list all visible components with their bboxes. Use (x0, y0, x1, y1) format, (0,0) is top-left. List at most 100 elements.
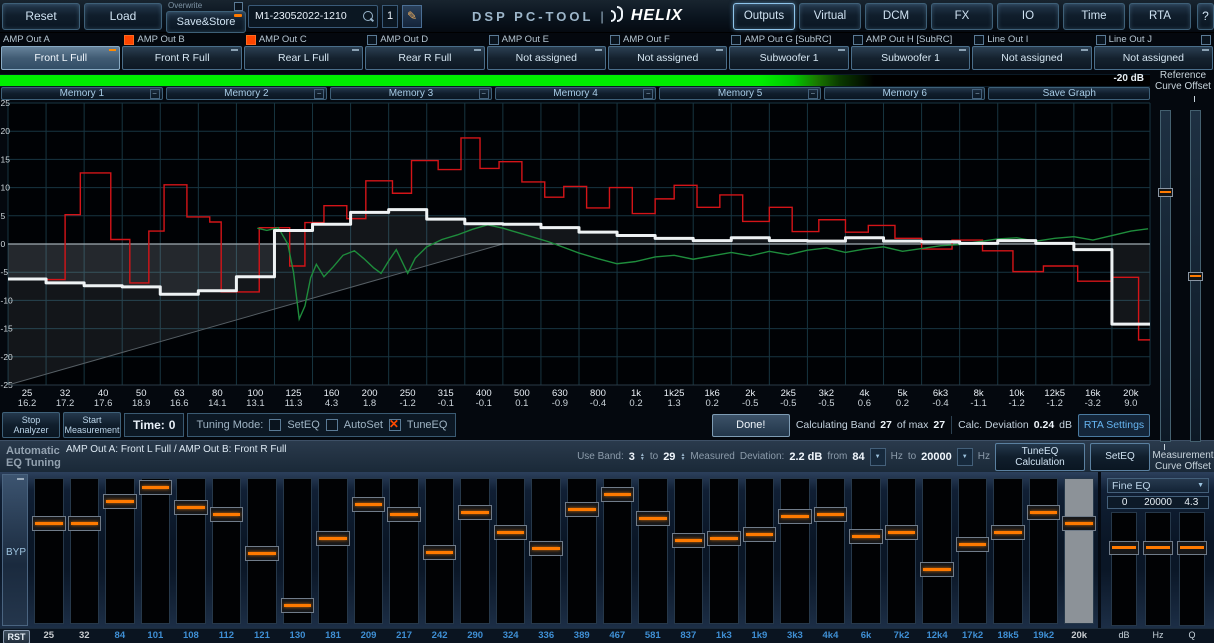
eq-band-track[interactable] (318, 478, 348, 624)
band-from-spinner[interactable]: ▲▼ (640, 453, 645, 461)
channel-output-select[interactable]: Subwoofer 1 (851, 46, 970, 70)
channel-checkbox[interactable] (610, 35, 620, 45)
nav-button-fx[interactable]: FX (931, 3, 993, 30)
eq-band-track[interactable] (993, 478, 1023, 624)
channel-output-select[interactable]: Not assigned (972, 46, 1091, 70)
edit-pencil-icon[interactable]: ✎ (402, 5, 422, 28)
eq-band-track[interactable] (70, 478, 100, 624)
setup-filename-field[interactable]: M1-23052022-1210 (248, 5, 378, 28)
channel-checkbox[interactable] (974, 35, 984, 45)
nav-button-virtual[interactable]: Virtual (799, 3, 861, 30)
tune-eq-calculation-button[interactable]: TuneEQCalculation (995, 443, 1085, 471)
channel-checkbox[interactable] (1201, 35, 1211, 45)
reference-offset-handle[interactable] (1188, 272, 1203, 281)
eq-band-track[interactable] (34, 478, 64, 624)
eq-band-handle[interactable] (32, 516, 66, 531)
eq-band-track[interactable] (425, 478, 455, 624)
tuning-checkbox-tuneeq[interactable] (389, 419, 401, 431)
eq-band-track[interactable] (531, 478, 561, 624)
channel-output-select[interactable]: Front R Full (122, 46, 241, 70)
load-button[interactable]: Load (84, 3, 162, 30)
freq-from-dropdown[interactable]: ▼ (870, 448, 886, 466)
eq-band-track[interactable] (283, 478, 313, 624)
eq-band-handle[interactable] (565, 502, 599, 517)
eq-band-handle[interactable] (68, 516, 102, 531)
search-icon[interactable] (363, 11, 373, 21)
channel-checkbox[interactable] (367, 35, 377, 45)
memory-dropdown-marker[interactable]: – (643, 89, 653, 99)
memory-button[interactable]: Memory 1– (1, 87, 163, 100)
channel-output-select[interactable]: Rear R Full (365, 46, 484, 70)
channel-checkbox[interactable] (246, 35, 256, 45)
eq-band-handle[interactable] (743, 527, 777, 542)
fine-eq-handle[interactable] (1109, 541, 1139, 555)
reset-eq-button[interactable]: RST (3, 630, 30, 643)
save-graph-button[interactable]: Save Graph (988, 87, 1150, 100)
fine-eq-handle[interactable] (1177, 541, 1207, 555)
memory-button[interactable]: Memory 3– (330, 87, 492, 100)
eq-band-track[interactable] (816, 478, 846, 624)
memory-dropdown-marker[interactable]: – (808, 89, 818, 99)
memory-button[interactable]: Memory 6– (824, 87, 986, 100)
eq-band-handle[interactable] (352, 497, 386, 512)
nav-button-time[interactable]: Time (1063, 3, 1125, 30)
band-from-value[interactable]: 3 (629, 451, 635, 463)
eq-band-track[interactable] (745, 478, 775, 624)
nav-button-io[interactable]: IO (997, 3, 1059, 30)
fine-eq-track[interactable] (1145, 512, 1171, 626)
eq-band-track[interactable] (851, 478, 881, 624)
eq-band-handle[interactable] (1062, 516, 1096, 531)
channel-checkbox[interactable] (124, 35, 134, 45)
done-button[interactable]: Done! (712, 414, 790, 437)
eq-band-handle[interactable] (494, 525, 528, 540)
eq-band-track[interactable] (460, 478, 490, 624)
memory-button[interactable]: Memory 5– (659, 87, 821, 100)
eq-band-handle[interactable] (920, 562, 954, 577)
channel-checkbox[interactable] (731, 35, 741, 45)
nav-button-outputs[interactable]: Outputs (733, 3, 795, 30)
tuning-checkbox-seteq[interactable] (269, 419, 281, 431)
eq-band-handle[interactable] (636, 511, 670, 526)
channel-checkbox[interactable] (1096, 35, 1106, 45)
eq-band-handle[interactable] (316, 531, 350, 546)
tuning-checkbox-autoset[interactable] (326, 419, 338, 431)
eq-band-track[interactable] (1064, 478, 1094, 624)
eq-band-handle[interactable] (956, 537, 990, 552)
eq-band-handle[interactable] (849, 529, 883, 544)
memory-button[interactable]: Memory 4– (495, 87, 657, 100)
eq-band-handle[interactable] (139, 480, 173, 495)
channel-checkbox[interactable] (489, 35, 499, 45)
eq-band-handle[interactable] (778, 509, 812, 524)
eq-band-handle[interactable] (387, 507, 421, 522)
measurement-offset-slider[interactable] (1160, 110, 1171, 442)
eq-band-track[interactable] (496, 478, 526, 624)
eq-band-track[interactable] (212, 478, 242, 624)
nav-button-rta[interactable]: RTA (1129, 3, 1191, 30)
reference-offset-slider[interactable] (1190, 110, 1201, 442)
eq-band-track[interactable] (674, 478, 704, 624)
set-eq-button[interactable]: SetEQ (1090, 443, 1150, 471)
eq-band-handle[interactable] (103, 494, 137, 509)
fine-eq-handle[interactable] (1143, 541, 1173, 555)
eq-band-track[interactable] (709, 478, 739, 624)
eq-band-handle[interactable] (458, 505, 492, 520)
band-to-value[interactable]: 29 (663, 451, 675, 463)
eq-band-track[interactable] (354, 478, 384, 624)
overwrite-checkbox[interactable] (234, 2, 243, 11)
freq-to-value[interactable]: 20000 (921, 451, 952, 463)
eq-band-handle[interactable] (814, 507, 848, 522)
freq-to-dropdown[interactable]: ▼ (957, 448, 973, 466)
eq-band-handle[interactable] (885, 525, 919, 540)
memory-dropdown-marker[interactable]: – (972, 89, 982, 99)
reset-button[interactable]: Reset (2, 3, 80, 30)
eq-band-handle[interactable] (245, 546, 279, 561)
memory-dropdown-marker[interactable]: – (479, 89, 489, 99)
fine-eq-dropdown[interactable]: Fine EQ▼ (1107, 478, 1209, 493)
eq-band-track[interactable] (780, 478, 810, 624)
rta-eq-graph[interactable]: 2520151050-5-10-15-20-25 (0, 100, 1152, 389)
stop-analyzer-button[interactable]: StopAnalyzer (2, 412, 60, 438)
save-store-button[interactable]: Save&Store (166, 11, 246, 33)
fine-eq-track[interactable] (1179, 512, 1205, 626)
eq-band-track[interactable] (603, 478, 633, 624)
eq-band-track[interactable] (176, 478, 206, 624)
